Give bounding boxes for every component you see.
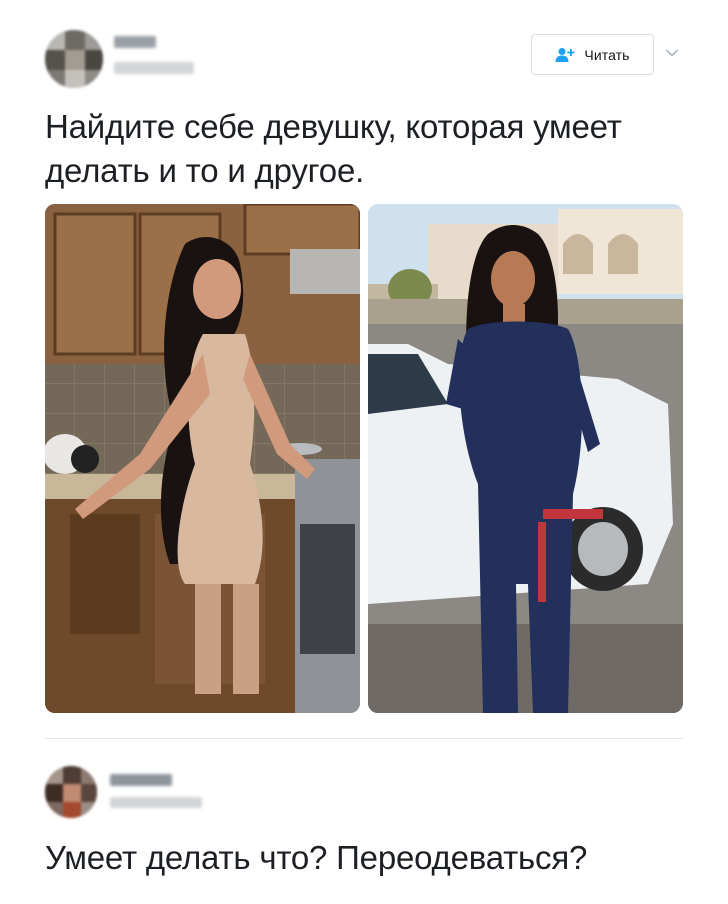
tweet-photo-left[interactable] xyxy=(45,204,360,713)
reply-text: Умеет делать что? Переодеваться? xyxy=(45,839,588,876)
author-name-blurred[interactable] xyxy=(114,36,156,48)
photo-street xyxy=(368,204,683,713)
reply-author-handle-blurred[interactable] xyxy=(110,797,202,808)
add-user-icon xyxy=(555,47,575,62)
author-handle-blurred[interactable] xyxy=(114,62,194,74)
tweet-text: Найдите себе девушку, которая умеет дела… xyxy=(45,108,622,189)
author-avatar-pixelated[interactable] xyxy=(45,30,103,88)
follow-button[interactable]: Читать xyxy=(531,34,654,75)
tweet-photo-right[interactable] xyxy=(368,204,683,713)
divider xyxy=(45,738,683,739)
photo-kitchen xyxy=(45,204,360,713)
reply-author-name-blurred[interactable] xyxy=(110,774,172,786)
reply-avatar-pixelated[interactable] xyxy=(45,766,97,818)
follow-button-label: Читать xyxy=(584,46,630,63)
chevron-down-icon[interactable] xyxy=(665,48,679,58)
tweet-card: Читать Найдите себе девушку, которая уме… xyxy=(0,0,728,740)
